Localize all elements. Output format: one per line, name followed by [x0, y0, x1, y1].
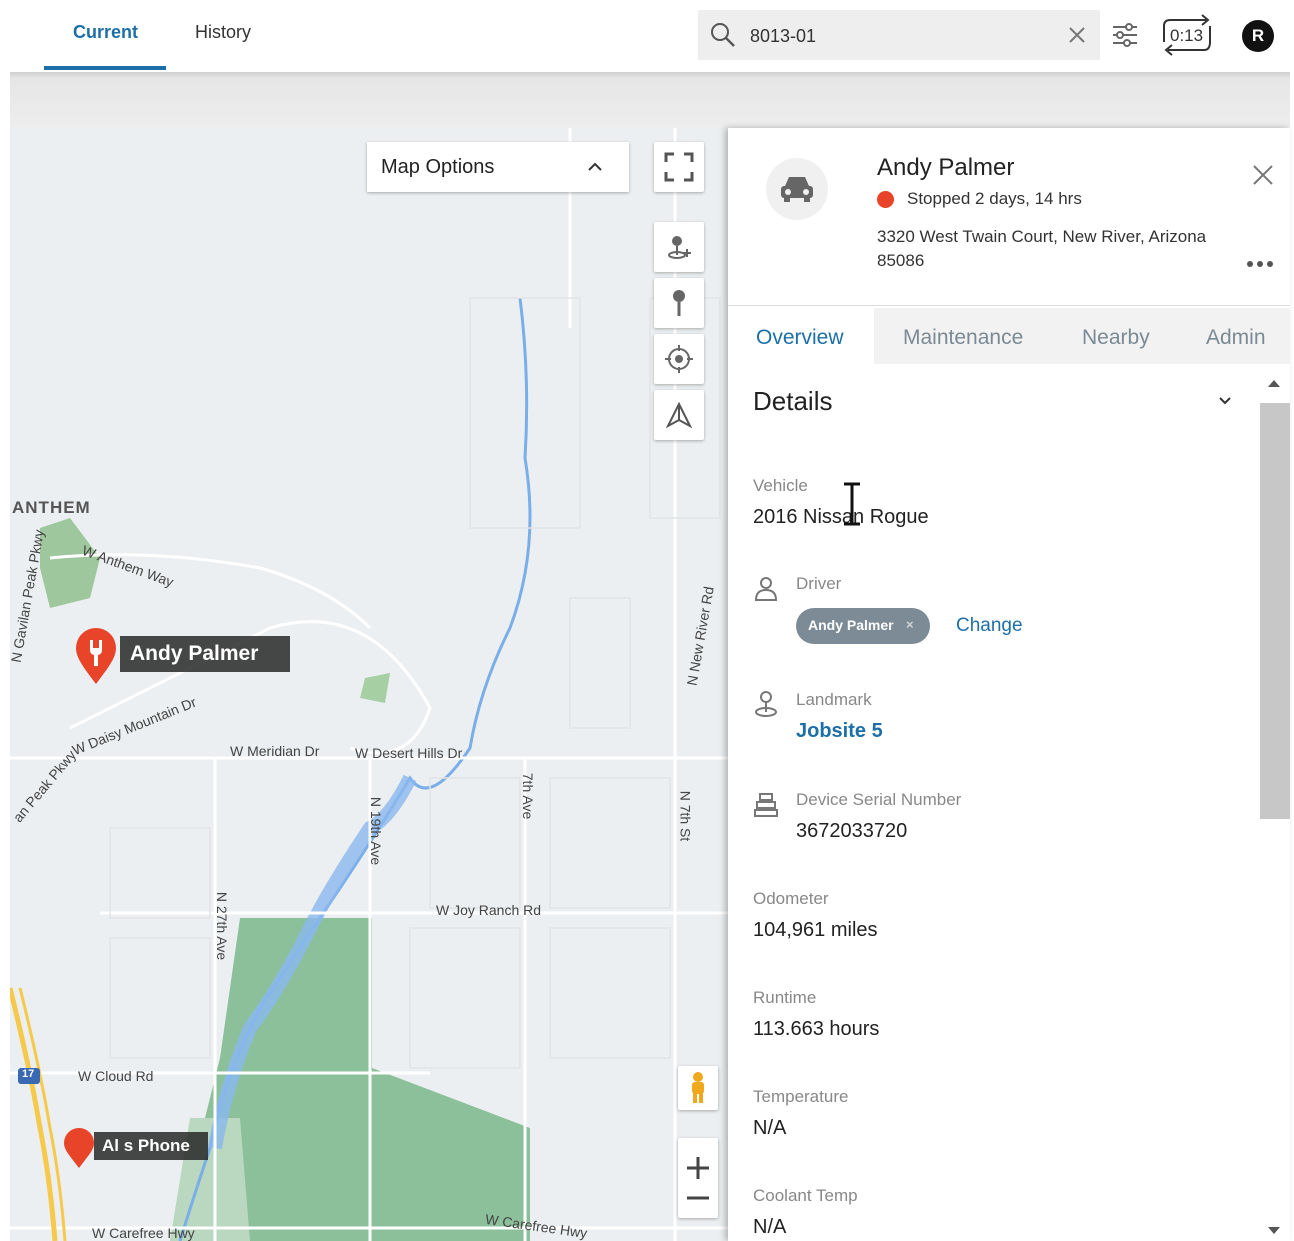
map-label-n27th: N 27th Ave	[214, 891, 231, 961]
panel-tabs: Overview Maintenance Nearby Admin	[728, 308, 1290, 364]
active-tab-indicator	[44, 66, 166, 70]
scrollbar-thumb[interactable]	[1260, 403, 1290, 819]
map-label-w-cloud: W Cloud Rd	[78, 1068, 154, 1084]
als-phone-marker-label[interactable]: Al s Phone	[94, 1132, 208, 1160]
landmark-label: Landmark	[796, 690, 872, 709]
landmark-icon	[755, 691, 777, 717]
add-landmark-button[interactable]	[654, 222, 704, 272]
remove-chip-icon[interactable]: ×	[906, 617, 914, 632]
zoom-out-icon[interactable]	[685, 1195, 711, 1201]
change-driver-link[interactable]: Change	[956, 615, 1023, 637]
coolant-temp-label: Coolant Temp	[753, 1186, 858, 1205]
map-label-w-joy: W Joy Ranch Rd	[436, 902, 542, 918]
details-content: Details Vehicle 2016 Nissan Rogue Driver…	[728, 364, 1258, 1241]
driver-label: Driver	[796, 574, 842, 593]
tab-maintenance[interactable]: Maintenance	[903, 326, 1023, 350]
driver-chip-label: Andy Palmer	[808, 617, 894, 633]
details-section-title[interactable]: Details	[753, 386, 832, 417]
map-view[interactable]: ANTHEM W Anthem Way W Daisy Mountain Dr …	[10, 128, 728, 1241]
map-label-n19th: N 19th Ave	[368, 796, 385, 866]
refresh-timer[interactable]: 0:13	[1158, 12, 1216, 56]
scroll-down-icon[interactable]	[1267, 1226, 1281, 1236]
map-label-7th-ave: 7th Ave	[520, 772, 537, 820]
vehicle-label: Vehicle	[753, 476, 808, 495]
user-initial: R	[1251, 26, 1265, 45]
device-serial-label: Device Serial Number	[796, 790, 962, 809]
directions-button[interactable]	[654, 390, 704, 440]
map-label-w-carefree-1: W Carefree Hwy	[92, 1225, 195, 1241]
street-view-button[interactable]	[678, 1066, 718, 1110]
chevron-up-icon	[588, 162, 602, 171]
runtime-label: Runtime	[753, 988, 817, 1007]
coolant-temp-value: N/A	[753, 1216, 787, 1238]
odometer-label: Odometer	[753, 889, 829, 908]
panel-header: Andy Palmer Stopped 2 days, 14 hrs 3320 …	[728, 128, 1290, 306]
fullscreen-button[interactable]	[654, 142, 704, 192]
device-serial-value: 3672033720	[796, 820, 908, 842]
filter-settings-icon[interactable]	[1110, 22, 1140, 50]
map-options-dropdown[interactable]: Map Options	[367, 142, 629, 192]
scroll-up-icon[interactable]	[1267, 378, 1281, 388]
toolbar-strip	[10, 72, 1290, 128]
top-bar: Current History 8013-01 0:13 R	[10, 0, 1290, 72]
search-box[interactable]: 8013-01	[698, 10, 1100, 60]
andy-palmer-marker-icon[interactable]	[74, 628, 118, 686]
refresh-timer-value: 0:13	[1170, 26, 1204, 45]
tab-current[interactable]: Current	[73, 22, 138, 43]
map-label-anthem: ANTHEM	[12, 498, 91, 517]
tab-overview[interactable]: Overview	[756, 326, 844, 350]
map-label-w-desert-hills: W Desert Hills Dr	[355, 745, 463, 761]
vehicle-avatar	[766, 158, 828, 220]
tab-admin[interactable]: Admin	[1206, 326, 1266, 350]
tab-nearby[interactable]: Nearby	[1082, 326, 1150, 350]
pin-icon	[673, 290, 685, 316]
user-avatar[interactable]: R	[1242, 20, 1274, 52]
add-landmark-icon	[668, 236, 691, 259]
zoom-controls	[678, 1138, 718, 1218]
driver-chip[interactable]: Andy Palmer ×	[796, 608, 930, 644]
text-cursor-icon	[844, 482, 860, 526]
more-options-icon[interactable]	[1246, 260, 1274, 268]
runtime-value: 113.663 hours	[753, 1018, 880, 1040]
andy-palmer-marker-label[interactable]: Andy Palmer	[120, 636, 290, 672]
driver-person-icon	[754, 577, 778, 601]
map-options-label: Map Options	[381, 156, 495, 178]
freeway-shield-17: 17	[22, 1068, 35, 1080]
driver-name-heading: Andy Palmer	[877, 154, 1015, 181]
clear-search-icon[interactable]	[1068, 26, 1086, 44]
car-icon	[781, 177, 813, 202]
map-label-w-meridian: W Meridian Dr	[230, 743, 320, 759]
search-input[interactable]: 8013-01	[750, 26, 816, 47]
device-icon	[754, 793, 778, 817]
temperature-label: Temperature	[753, 1087, 849, 1106]
als-phone-marker-icon[interactable]	[62, 1128, 96, 1170]
crosshair-icon	[665, 345, 693, 373]
vehicle-detail-panel: Andy Palmer Stopped 2 days, 14 hrs 3320 …	[728, 128, 1290, 1241]
locate-button[interactable]	[654, 334, 704, 384]
pegman-icon	[692, 1072, 704, 1103]
map-label-n7th: N 7th St	[677, 790, 694, 842]
status-dot	[877, 191, 894, 208]
navigation-arrow-icon	[666, 402, 692, 428]
odometer-value: 104,961 miles	[753, 919, 878, 941]
pin-button[interactable]	[654, 278, 704, 328]
temperature-value: N/A	[753, 1117, 787, 1139]
search-icon	[711, 23, 735, 47]
status-text: Stopped 2 days, 14 hrs	[907, 189, 1082, 208]
tab-history[interactable]: History	[195, 22, 251, 43]
fullscreen-icon	[664, 152, 694, 182]
address-text: 3320 West Twain Court, New River, Arizon…	[877, 227, 1207, 270]
close-icon[interactable]	[1252, 164, 1274, 186]
landmark-link[interactable]: Jobsite 5	[796, 720, 883, 743]
chevron-down-icon[interactable]	[1218, 396, 1232, 406]
zoom-in-icon[interactable]	[685, 1155, 711, 1181]
